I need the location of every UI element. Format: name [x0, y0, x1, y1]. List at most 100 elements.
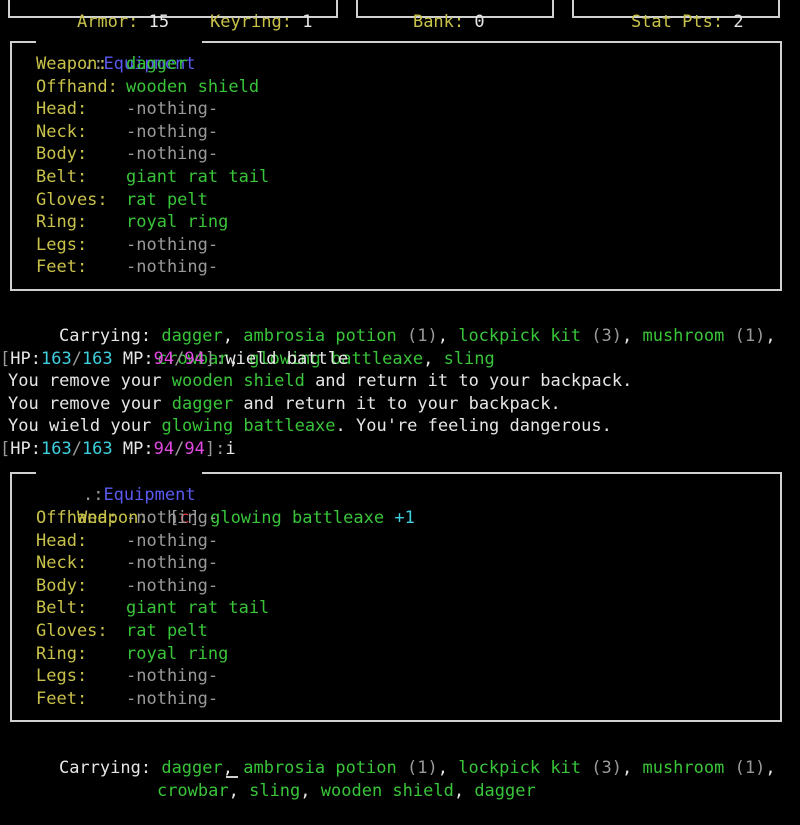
message-line: You wield your glowing battleaxe. You're… [8, 415, 612, 438]
equipment-title-1: .:Equipment [36, 30, 202, 74]
prompt-bracket: ] [204, 439, 216, 459]
bank-value: 0 [474, 11, 485, 32]
keyring-value: 1 [302, 11, 313, 32]
prompt-colon: : [215, 439, 226, 459]
slot-item: -nothing- [126, 530, 219, 551]
equipment-row: Belt: giant rat tail [36, 166, 269, 189]
text-segment: , [765, 325, 776, 346]
hp-current: 163 [40, 439, 72, 459]
text-segment: , [765, 757, 776, 778]
slot-item: -nothing- [126, 99, 219, 120]
mp-current: 94 [153, 349, 175, 369]
slot-item: -nothing- [126, 553, 219, 574]
text-segment: , [621, 757, 643, 778]
hp-max: 163 [81, 439, 113, 459]
slot-item: -nothing- [126, 508, 219, 528]
message-line: You remove your dagger and return it to … [8, 393, 561, 416]
slot-label: Legs: [36, 234, 88, 255]
text-segment: , [228, 780, 250, 801]
stats-armor-line: Armor: 15 Keyring: 1 [36, 0, 313, 32]
slot-item: -nothing- [126, 257, 219, 278]
slot-item: giant rat tail [126, 598, 270, 619]
text-segment: crowbar [156, 780, 229, 801]
bank-label: Bank: [412, 11, 465, 32]
command-text: wield battle [225, 349, 349, 369]
slot-item: -nothing- [126, 234, 219, 255]
carrying-line-1a: Carrying: dagger, ambrosia potion (1), l… [18, 302, 776, 346]
stat-pts-label: Stat Pts: [630, 11, 724, 32]
terminal-window[interactable]: Armor: 15 Keyring: 1 Bank: 0 Stat Pts: 2… [0, 0, 800, 801]
slot-item: royal ring [126, 643, 229, 664]
slot-label: Ring: [36, 212, 88, 233]
stat-pts-value: 2 [733, 11, 744, 32]
text-segment: (3) [581, 325, 622, 346]
slot-item: -nothing- [126, 575, 219, 596]
text-segment: , [300, 780, 321, 801]
text-segment: wooden shield [320, 780, 454, 801]
equipment-row: Gloves: rat pelt [36, 189, 208, 212]
text-segment: . You're feeling dangerous. [335, 416, 612, 436]
equipment-row: Legs: -nothing- [36, 234, 218, 257]
slot-item: royal ring [126, 212, 229, 233]
text-segment: mushroom [642, 757, 725, 778]
equipment-row: Head: -nothing- [36, 98, 218, 121]
stats-bank-line: Bank: 0 [372, 0, 485, 32]
equipment-row: Belt: giant rat tail [36, 597, 269, 620]
slot-label: Neck: [36, 121, 88, 142]
slot-item: -nothing- [126, 688, 219, 709]
equipment-row: Gloves: rat pelt [36, 620, 208, 643]
text-segment: dagger [171, 394, 234, 414]
text-segment: and return it to your backpack. [304, 371, 633, 391]
text-segment: mushroom [642, 325, 725, 346]
prompt-slash: / [71, 349, 82, 369]
equipment-row: Head: -nothing- [36, 530, 218, 553]
stats-statpts-line: Stat Pts: 2 [590, 0, 744, 32]
equipment-title-2: .:Equipment [36, 461, 202, 505]
equipment-row: Body: -nothing- [36, 575, 218, 598]
slot-label: Body: [36, 144, 88, 165]
equipment-row: Legs: -nothing- [36, 665, 218, 688]
slot-item: -nothing- [126, 121, 219, 142]
slot-label: Head: [36, 99, 88, 120]
slot-label: Neck: [36, 553, 88, 574]
slot-label: Belt: [36, 167, 88, 187]
slot-label: Belt: [36, 598, 88, 619]
slot-label: Gloves: [36, 189, 108, 210]
mp-current: 94 [153, 439, 175, 459]
text-segment: (1) [724, 757, 766, 778]
equipment-row: Ring: royal ring [36, 643, 228, 666]
slot-label: Offhand: [36, 76, 118, 97]
prompt-bracket: [ [0, 349, 11, 369]
prompt-slash: / [174, 349, 185, 369]
text-segment: You remove your [8, 371, 172, 391]
prompt-slash: / [71, 439, 82, 459]
slot-item: -nothing- [126, 666, 219, 687]
carrying-line-1b: crowbar, glowing battleaxe, sling [116, 325, 495, 369]
hp-label: HP: [10, 349, 41, 369]
equipment-row: Weapon: dagger [36, 53, 187, 76]
text-segment: sling [249, 780, 301, 801]
mp-label: MP: [122, 349, 154, 369]
slot-item: -nothing- [126, 144, 219, 165]
slot-label: Offhand: [36, 508, 118, 528]
equipment-row: Feet: -nothing- [36, 256, 218, 279]
equipment-row: Feet: -nothing- [36, 688, 218, 711]
slot-item: rat pelt [126, 621, 208, 641]
text-segment: dagger [474, 780, 536, 801]
text-segment: (3) [581, 757, 622, 778]
mp-label: MP: [122, 439, 154, 459]
command-prompt: [HP:163/163 MP:94/94]:wield battle [0, 348, 348, 371]
slot-label: Ring: [36, 643, 88, 664]
text-segment: You remove your [8, 394, 172, 414]
text-segment: , [453, 780, 475, 801]
text-segment: You wield your [8, 416, 162, 436]
keyring-label: Keyring: [210, 11, 292, 32]
armor-label: Armor: [76, 11, 139, 32]
mp-max: 94 [184, 439, 205, 459]
slot-label: Legs: [36, 666, 88, 687]
text-segment: glowing battleaxe [161, 416, 336, 436]
slot-label: Body: [36, 575, 88, 596]
hp-label: HP: [10, 439, 41, 459]
